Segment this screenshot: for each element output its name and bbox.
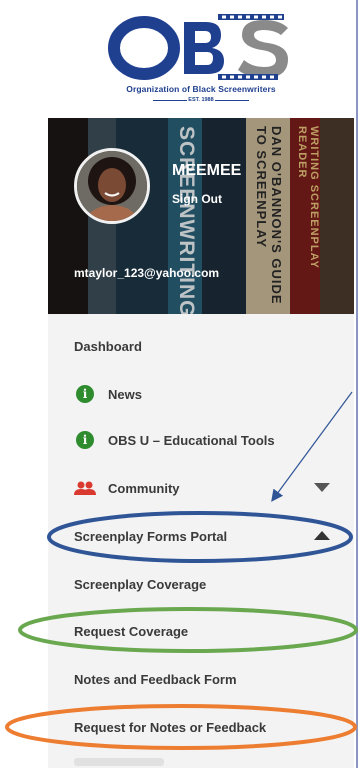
logo-est: EST. 1988 <box>188 97 214 103</box>
profile-card: SCREENWRITING DAN O'BANNON'S GUIDE TO SC… <box>48 118 354 314</box>
menu-item-label: Screenplay Coverage <box>74 576 207 592</box>
menu-item-screenplay-forms-portal[interactable]: Screenplay Forms Portal <box>48 514 354 558</box>
menu-item-label: OBS U – Educational Tools <box>108 432 275 448</box>
menu-item-label: Dashboard <box>74 338 142 354</box>
logo-area[interactable]: Organization of Black Screenwriters EST.… <box>48 0 354 118</box>
submenu-item-request-notes-feedback[interactable]: Request for Notes or Feedback <box>48 705 354 749</box>
menu-item-obs-u[interactable]: i OBS U – Educational Tools <box>48 418 354 462</box>
obs-logo <box>108 14 288 80</box>
menu-item-community[interactable]: Community <box>48 466 354 510</box>
caret-up-icon[interactable] <box>314 531 330 541</box>
menu-item-news[interactable]: i News <box>48 372 354 416</box>
avatar-photo <box>77 151 147 221</box>
menu-item-label: News <box>108 386 142 402</box>
divider <box>356 0 358 768</box>
user-email: mtaylor_123@yahoo.com <box>74 266 220 280</box>
submenu-item-request-coverage[interactable]: Request Coverage <box>48 609 354 653</box>
menu-item-label: Request Coverage <box>74 623 189 639</box>
menu-item-label: Screenplay Forms Portal <box>74 528 228 544</box>
logo-subtitle: Organization of Black Screenwriters <box>126 84 276 94</box>
info-circle-icon: i <box>76 385 94 403</box>
people-icon <box>74 481 96 495</box>
caret-down-icon[interactable] <box>314 483 330 493</box>
info-circle-icon: i <box>76 431 94 449</box>
avatar <box>74 148 150 224</box>
scrollbar-edge[interactable] <box>354 0 362 768</box>
signout-link[interactable]: Sign Out <box>172 192 222 206</box>
menu-item-dashboard[interactable]: Dashboard <box>48 324 354 368</box>
menu-item-partial <box>74 758 164 766</box>
menu-item-label: Notes and Feedback Form <box>74 671 237 687</box>
sidebar: Organization of Black Screenwriters EST.… <box>48 0 354 768</box>
divider <box>215 100 249 101</box>
menu-item-label: Request for Notes or Feedback <box>74 719 267 735</box>
menu-item-label: Community <box>108 480 180 496</box>
submenu-item-notes-feedback-form[interactable]: Notes and Feedback Form <box>48 657 354 701</box>
submenu-item-screenplay-coverage[interactable]: Screenplay Coverage <box>48 562 354 606</box>
user-name: MEEMEE <box>172 162 242 179</box>
